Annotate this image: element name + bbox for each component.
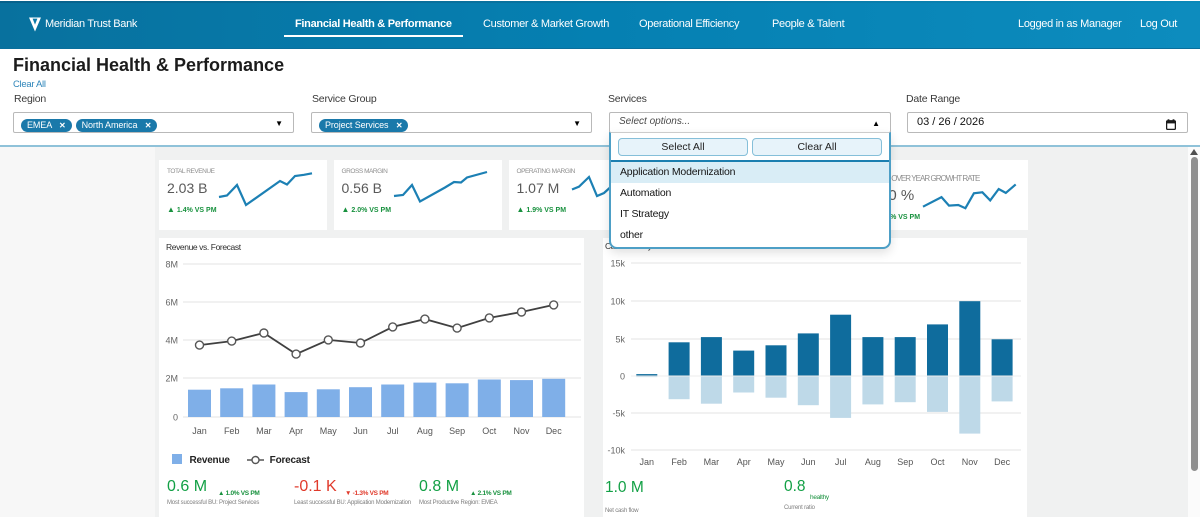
- svg-text:May: May: [320, 426, 338, 436]
- svg-text:-10k: -10k: [607, 446, 625, 456]
- svg-text:Aug: Aug: [865, 457, 881, 467]
- svg-text:10k: 10k: [610, 297, 625, 307]
- svg-text:Oct: Oct: [482, 426, 497, 436]
- svg-text:Apr: Apr: [289, 426, 303, 436]
- svg-text:2M: 2M: [165, 374, 178, 384]
- svg-text:Jan: Jan: [640, 457, 655, 467]
- svg-text:Jul: Jul: [387, 426, 399, 436]
- svg-text:Jan: Jan: [192, 426, 207, 436]
- svg-text:Nov: Nov: [962, 457, 979, 467]
- svg-text:Jul: Jul: [835, 457, 847, 467]
- svg-text:15k: 15k: [610, 259, 625, 269]
- svg-text:Dec: Dec: [994, 457, 1011, 467]
- svg-text:0: 0: [173, 413, 178, 423]
- svg-text:Apr: Apr: [737, 457, 751, 467]
- svg-text:Mar: Mar: [704, 457, 720, 467]
- svg-text:Nov: Nov: [513, 426, 530, 436]
- svg-text:Jun: Jun: [801, 457, 816, 467]
- svg-text:Aug: Aug: [417, 426, 433, 436]
- svg-text:Dec: Dec: [546, 426, 563, 436]
- svg-text:May: May: [767, 457, 785, 467]
- svg-text:Jun: Jun: [353, 426, 368, 436]
- svg-text:8M: 8M: [165, 260, 178, 270]
- svg-text:Sep: Sep: [897, 457, 913, 467]
- svg-text:5k: 5k: [615, 335, 625, 345]
- svg-text:Feb: Feb: [671, 457, 687, 467]
- svg-text:Oct: Oct: [930, 457, 945, 467]
- svg-text:Feb: Feb: [224, 426, 240, 436]
- svg-text:-5k: -5k: [612, 409, 625, 419]
- svg-text:0: 0: [620, 372, 625, 382]
- svg-text:4M: 4M: [165, 336, 178, 346]
- svg-text:Sep: Sep: [449, 426, 465, 436]
- svg-text:Mar: Mar: [256, 426, 272, 436]
- svg-text:6M: 6M: [165, 298, 178, 308]
